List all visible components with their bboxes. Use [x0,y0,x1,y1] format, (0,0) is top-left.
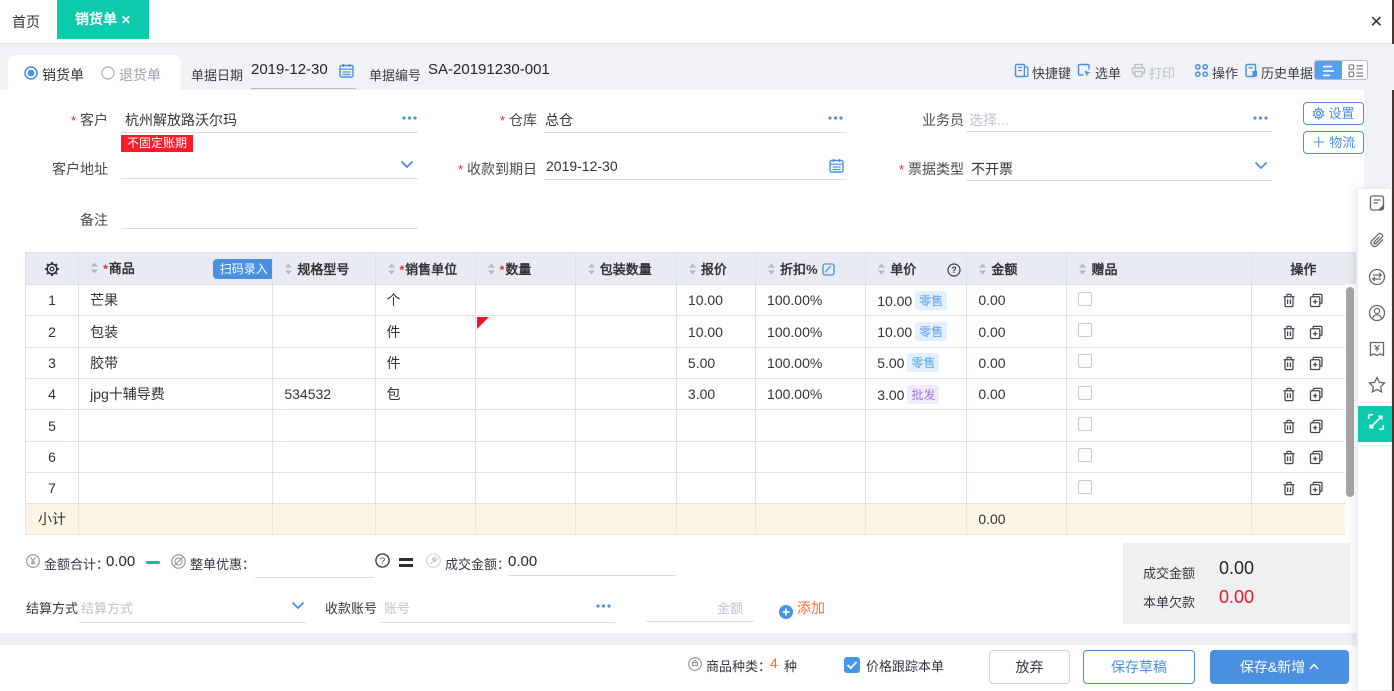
svg-text:?: ? [380,556,385,567]
svg-text:?: ? [951,265,957,275]
